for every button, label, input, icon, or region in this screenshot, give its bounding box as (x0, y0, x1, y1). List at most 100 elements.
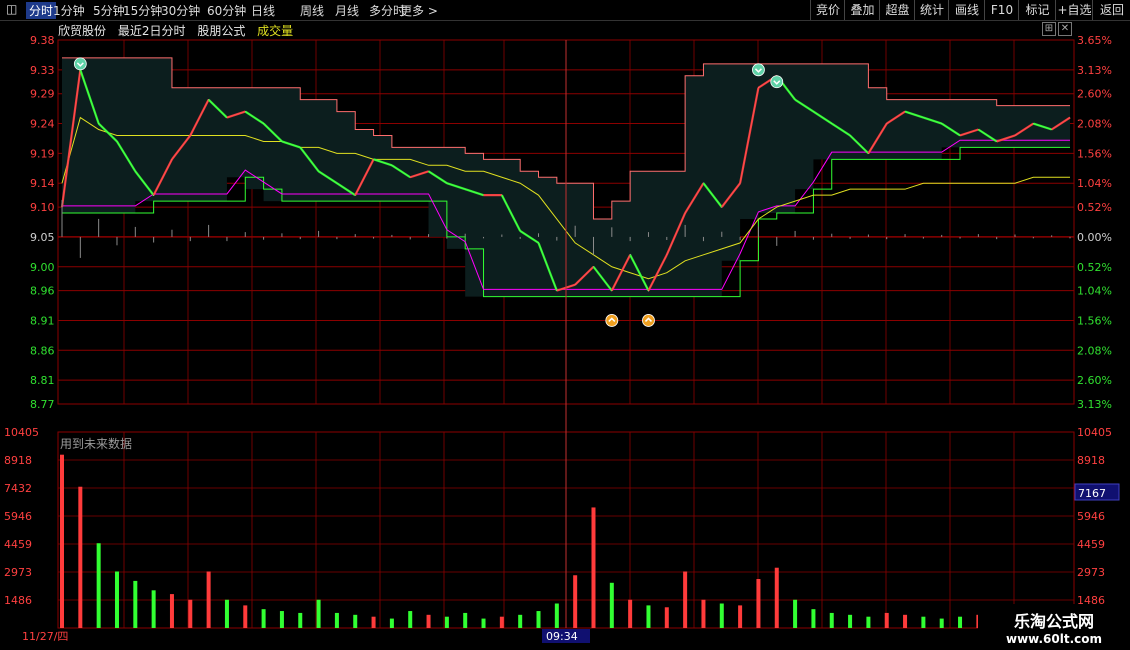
price-tick-label: 9.24 (30, 118, 55, 131)
watermark-url: www.60lt.com (1005, 632, 1103, 646)
price-tick-label: 9.29 (30, 88, 55, 101)
volume-bar (793, 599, 798, 628)
volume-bar (206, 571, 211, 628)
volume-bar (60, 454, 64, 628)
volume-bar (353, 614, 358, 628)
volume-bar (188, 599, 193, 628)
volume-bar (169, 594, 174, 628)
volume-tick-label-right: 2973 (1077, 566, 1105, 579)
volume-bar (408, 611, 413, 628)
volume-bar (298, 612, 303, 628)
price-tick-label: 8.86 (30, 344, 55, 357)
percent-tick-label: 0.52% (1077, 201, 1112, 214)
toolbar-tab-0[interactable]: 分时 (26, 2, 57, 19)
toolbar-action-8[interactable]: 返回 (1092, 0, 1130, 20)
volume-tick-label: 4459 (4, 538, 32, 551)
volume-bar (426, 614, 431, 628)
volume-bar (114, 571, 119, 628)
toolbar-action-2[interactable]: 超盘 (879, 0, 915, 20)
volume-tick-label-right: 5946 (1077, 510, 1105, 523)
price-tick-label: 8.96 (30, 285, 55, 298)
volume-bar (389, 618, 394, 628)
volume-bar (848, 614, 853, 628)
volume-tick-label: 10405 (4, 426, 39, 439)
percent-tick-label: 2.60% (1077, 88, 1112, 101)
volume-bar (243, 605, 248, 628)
volume-marker-value: 7167 (1078, 487, 1106, 500)
volume-bar (628, 599, 633, 628)
percent-tick-label: 3.13% (1077, 398, 1112, 411)
toolbar-tab-8[interactable]: 月线 (335, 2, 359, 19)
volume-tick-label: 2973 (4, 566, 32, 579)
volume-bar (701, 599, 706, 628)
volume-bar (591, 507, 596, 628)
volume-bar (738, 605, 743, 628)
price-tick-label: 9.00 (30, 261, 55, 274)
toolbar-action-7[interactable]: +自选 (1055, 0, 1093, 20)
volume-tick-label: 7432 (4, 482, 32, 495)
percent-tick-label: 1.56% (1077, 147, 1112, 160)
volume-bar (939, 618, 944, 628)
volume-tick-label: 8918 (4, 454, 32, 467)
toolbar-tab-5[interactable]: 60分钟 (207, 2, 246, 19)
percent-tick-label: 1.04% (1077, 177, 1112, 190)
toolbar-action-5[interactable]: F10 (984, 0, 1019, 20)
volume-bar (463, 612, 468, 628)
volume-bar (866, 616, 871, 628)
sell-signal-icon (752, 63, 765, 77)
toolbar-tab-6[interactable]: 日线 (251, 2, 275, 19)
percent-tick-label: 3.65% (1077, 34, 1112, 47)
volume-bar (499, 616, 504, 628)
volume-bar (224, 599, 229, 628)
volume-tick-label-right: 4459 (1077, 538, 1105, 551)
toolbar-tab-3[interactable]: 15分钟 (123, 2, 162, 19)
toolbar-action-0[interactable]: 竞价 (810, 0, 845, 20)
toolbar-tab-2[interactable]: 5分钟 (93, 2, 125, 19)
volume-tick-label: 1486 (4, 594, 32, 607)
volume-bar (316, 599, 321, 628)
intraday-chart[interactable]: 9.38 3.65% 9.33 3.13% 9.29 2.60% 9.24 2.08% 9.19… (0, 20, 1130, 650)
toolbar-action-4[interactable]: 画线 (948, 0, 985, 20)
percent-tick-label: 1.04% (1077, 285, 1112, 298)
volume-bar (774, 567, 779, 628)
future-data-note: 用到未来数据 (60, 436, 132, 451)
volume-bar (573, 575, 578, 628)
toolbar-tab-1[interactable]: 1分钟 (53, 2, 85, 19)
watermark-title: 乐淘公式网 (1013, 612, 1094, 631)
panel-toggle-icon[interactable]: ◫ (6, 2, 17, 16)
date-label: 11/27/四 (22, 630, 68, 643)
cursor-time-label: 09:34 (546, 630, 578, 643)
volume-bar (261, 609, 266, 628)
volume-bar (609, 582, 614, 628)
percent-tick-label: 1.56% (1077, 314, 1112, 327)
volume-bar (536, 611, 541, 628)
volume-bar (719, 603, 724, 628)
price-tick-label: 9.14 (30, 177, 55, 190)
volume-bar (151, 590, 156, 628)
volume-bar (279, 611, 284, 628)
volume-bar (518, 614, 523, 628)
percent-tick-label: 2.60% (1077, 374, 1112, 387)
toolbar-tab-4[interactable]: 30分钟 (161, 2, 200, 19)
volume-bar (334, 612, 339, 628)
toolbar-tab-7[interactable]: 周线 (300, 2, 324, 19)
sell-signal-icon (770, 75, 784, 89)
volume-bar (811, 609, 816, 628)
volume-bar (444, 616, 449, 628)
volume-bar (921, 616, 926, 628)
volume-bar (683, 571, 688, 628)
volume-bar (554, 603, 559, 628)
watermark-logo: 乐淘公式网 www.60lt.com (978, 604, 1130, 650)
toolbar-action-6[interactable]: 标记 (1018, 0, 1056, 20)
price-tick-label: 8.77 (30, 398, 55, 411)
volume-bar (371, 616, 376, 628)
percent-tick-label: 3.13% (1077, 64, 1112, 77)
toolbar-action-3[interactable]: 统计 (914, 0, 949, 20)
price-tick-label: 8.81 (30, 374, 55, 387)
toolbar-action-1[interactable]: 叠加 (844, 0, 880, 20)
volume-bar (958, 616, 963, 628)
percent-tick-label: 0.52% (1077, 261, 1112, 274)
toolbar-tab-10[interactable]: 更多 > (400, 2, 438, 19)
percent-tick-label: 2.08% (1077, 118, 1112, 131)
volume-bar (133, 580, 138, 628)
